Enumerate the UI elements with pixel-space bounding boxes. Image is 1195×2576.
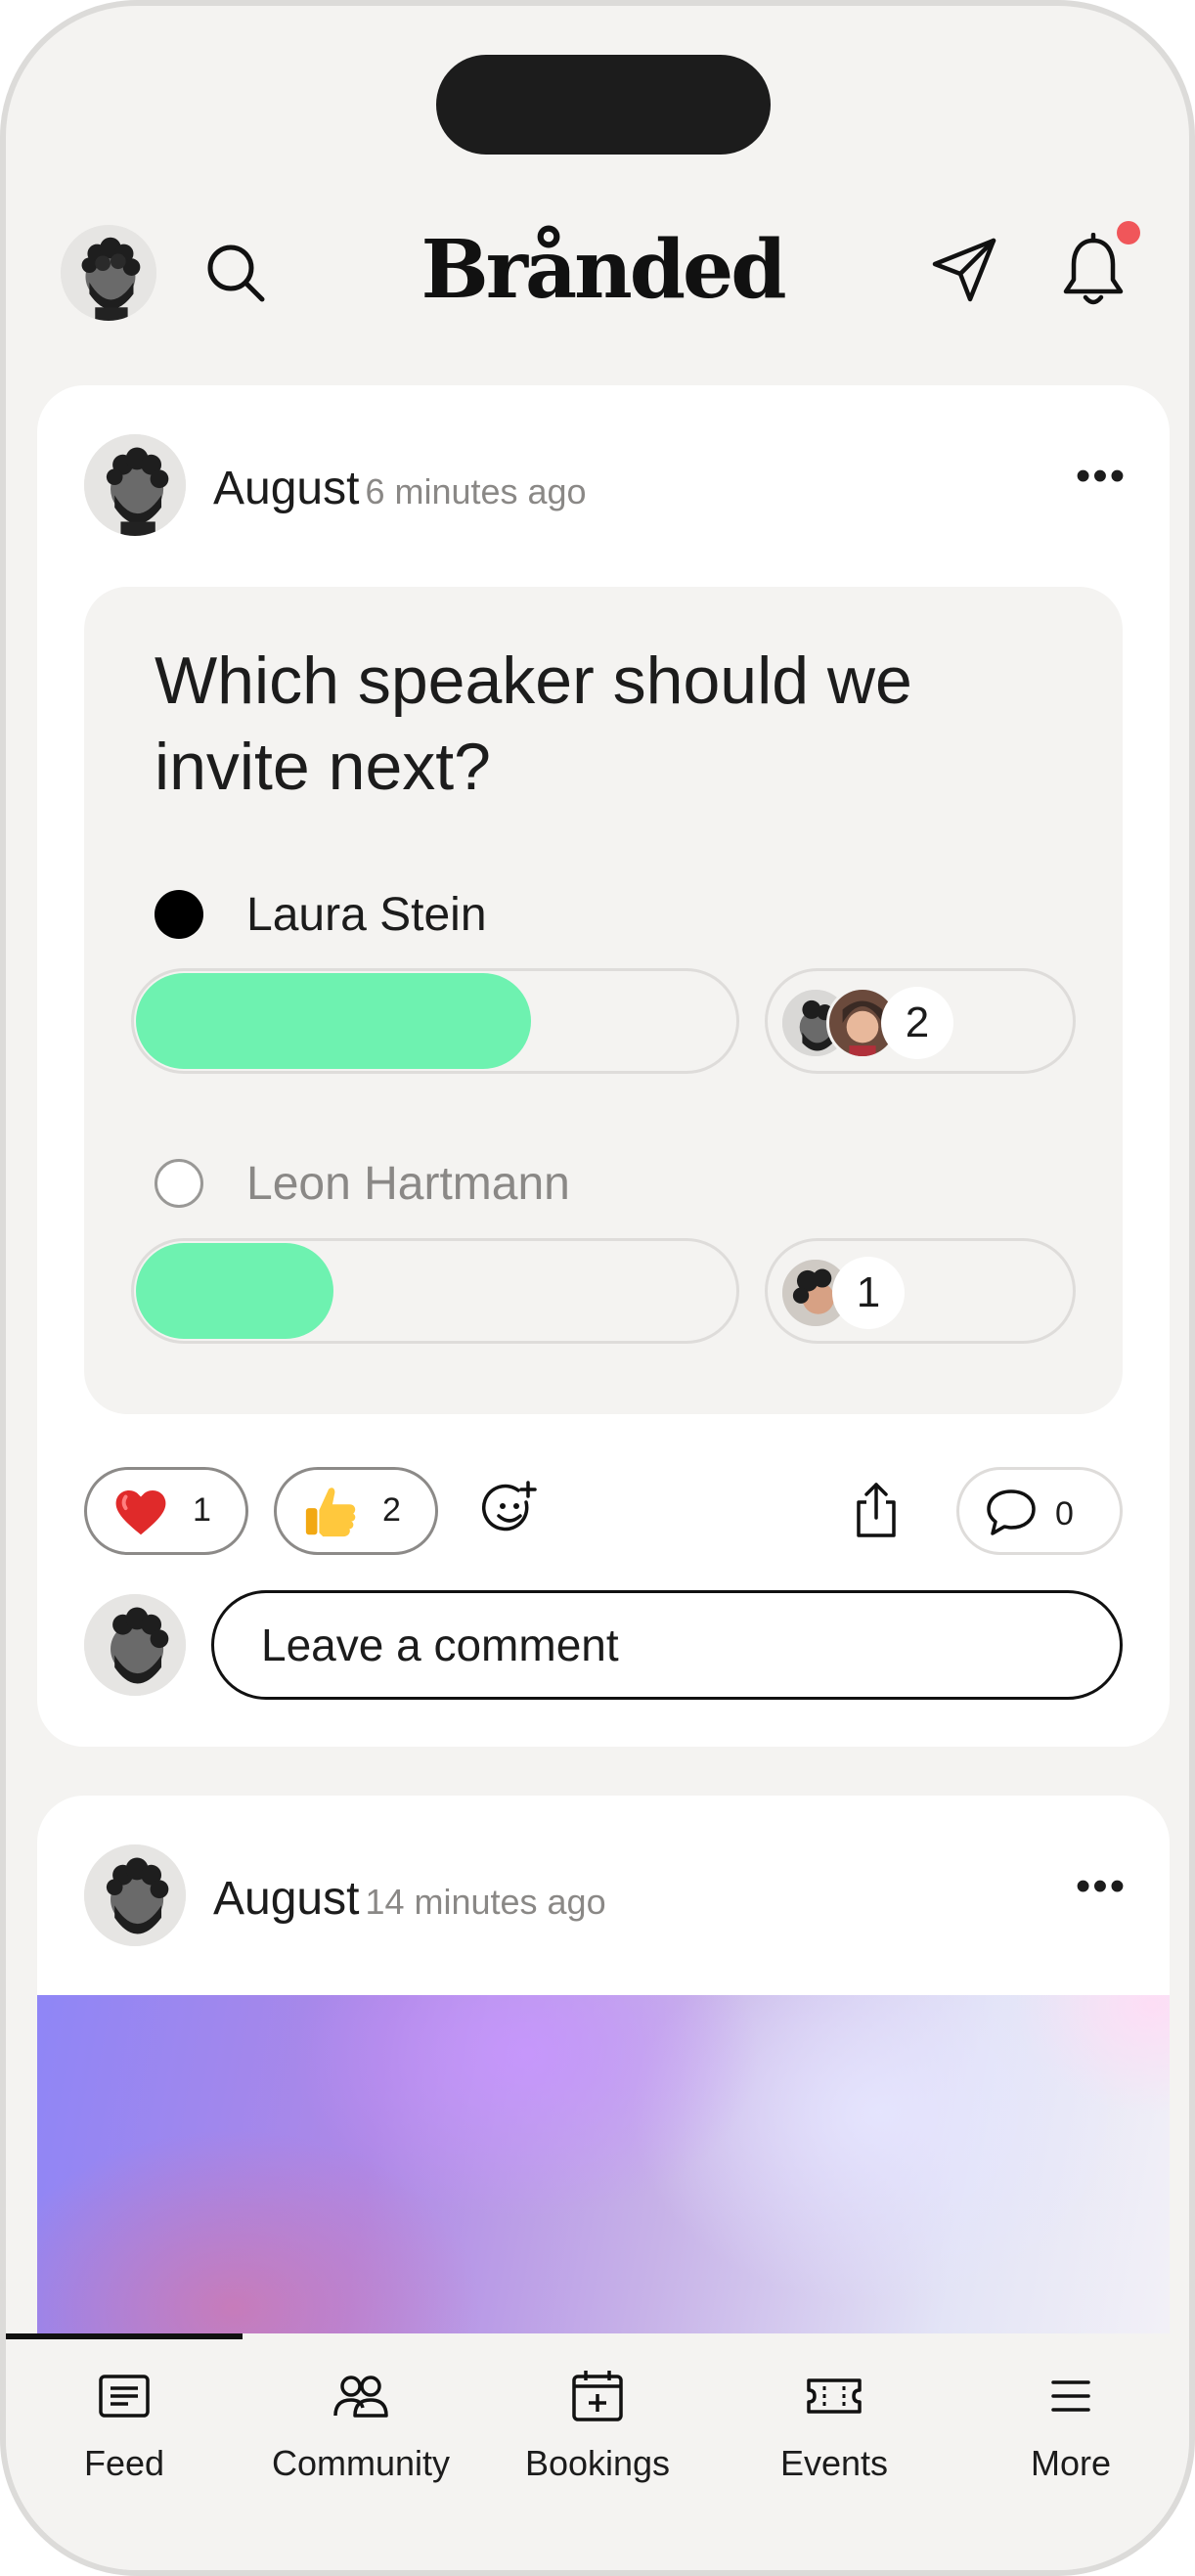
tab-label: Bookings <box>524 2443 671 2483</box>
author-name[interactable]: August <box>213 463 359 514</box>
notification-dot <box>1117 221 1140 244</box>
author-avatar[interactable] <box>84 434 186 536</box>
phone-frame: Brånded August 6 minutes ago ••• Which s… <box>0 0 1195 2576</box>
poll: Which speaker should we invite next? Lau… <box>84 587 1123 1414</box>
add-reaction-icon[interactable] <box>481 1481 540 1539</box>
comments-button[interactable]: 0 <box>956 1467 1123 1555</box>
heart-icon <box>115 1489 166 1535</box>
share-icon[interactable] <box>849 1481 904 1539</box>
tab-label: Community <box>271 2443 451 2483</box>
post-header: August 6 minutes ago ••• <box>84 434 1130 536</box>
poll-option-label: Leon Hartmann <box>246 1157 570 1210</box>
post-header: August 14 minutes ago ••• <box>84 1844 1130 1946</box>
comment-count: 0 <box>1055 1495 1074 1532</box>
vote-count: 1 <box>832 1257 905 1329</box>
menu-icon <box>1051 2380 1090 2412</box>
radio-selected-icon[interactable] <box>155 890 203 939</box>
poll-result-bar <box>131 1238 739 1344</box>
comment-composer <box>84 1590 1123 1700</box>
tab-feed[interactable]: Feed <box>6 2369 243 2486</box>
comment-icon <box>987 1489 1036 1535</box>
thumbs-up-icon <box>305 1488 356 1537</box>
post-timestamp: 6 minutes ago <box>365 471 587 511</box>
more-options-icon[interactable]: ••• <box>1072 455 1130 501</box>
vote-count: 2 <box>881 987 953 1059</box>
poll-option[interactable]: Leon Hartmann <box>155 1149 570 1218</box>
radio-unselected-icon[interactable] <box>155 1159 203 1208</box>
poll-question: Which speaker should we invite next? <box>155 644 912 804</box>
community-icon <box>333 2376 388 2418</box>
user-avatar <box>84 1594 186 1696</box>
tab-more[interactable]: More <box>952 2369 1189 2486</box>
voters-pill[interactable]: 1 <box>765 1238 1076 1344</box>
poll-result-bar <box>131 968 739 1074</box>
reactions-bar: 1 2 0 <box>84 1467 1123 1555</box>
tab-bookings[interactable]: Bookings <box>479 2369 716 2486</box>
app-header: Brånded <box>6 211 1189 329</box>
dynamic-island <box>436 55 771 155</box>
app-logo: Brånded <box>420 223 786 317</box>
active-tab-indicator <box>6 2333 243 2339</box>
tab-label: More <box>1030 2443 1112 2483</box>
bell-icon[interactable] <box>1058 232 1129 309</box>
reaction-heart[interactable]: 1 <box>84 1467 248 1555</box>
tab-label: Events <box>779 2443 889 2483</box>
poll-result-fill <box>136 973 531 1069</box>
author-name[interactable]: August <box>213 1873 359 1925</box>
events-icon <box>807 2378 862 2414</box>
tab-community[interactable]: Community <box>243 2369 479 2486</box>
post-author-line: August 14 minutes ago <box>213 1872 606 1926</box>
reaction-count: 2 <box>382 1491 401 1529</box>
bookings-icon <box>572 2371 623 2421</box>
voters-pill[interactable]: 2 <box>765 968 1076 1074</box>
post-card: August 14 minutes ago ••• <box>37 1796 1170 2402</box>
send-icon[interactable] <box>929 235 999 305</box>
reaction-count: 1 <box>193 1491 211 1529</box>
author-avatar[interactable] <box>84 1844 186 1946</box>
reaction-thumbs-up[interactable]: 2 <box>274 1467 438 1555</box>
tab-bar: Feed Community Bookings Events More <box>6 2333 1189 2570</box>
post-author-line: August 6 minutes ago <box>213 462 587 515</box>
tab-events[interactable]: Events <box>716 2369 952 2486</box>
feed-icon <box>99 2375 150 2418</box>
comment-input[interactable] <box>211 1590 1123 1700</box>
post-card: August 6 minutes ago ••• Which speaker sh… <box>37 385 1170 1747</box>
poll-option[interactable]: Laura Stein <box>155 880 487 949</box>
poll-result-fill <box>136 1243 333 1339</box>
user-avatar[interactable] <box>61 225 156 321</box>
poll-option-label: Laura Stein <box>246 888 487 941</box>
more-options-icon[interactable]: ••• <box>1072 1865 1130 1911</box>
search-icon[interactable] <box>201 239 270 307</box>
post-timestamp: 14 minutes ago <box>365 1882 606 1922</box>
tab-label: Feed <box>83 2443 165 2483</box>
